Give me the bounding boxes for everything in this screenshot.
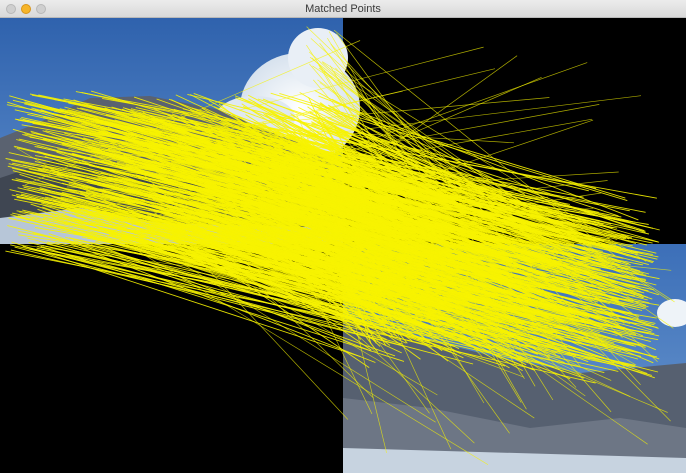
- title-bar[interactable]: Matched Points: [0, 0, 686, 18]
- image-canvas: [0, 18, 686, 473]
- window-title: Matched Points: [305, 3, 381, 15]
- matched-points-figure: [0, 18, 686, 473]
- app-window: Matched Points: [0, 0, 686, 473]
